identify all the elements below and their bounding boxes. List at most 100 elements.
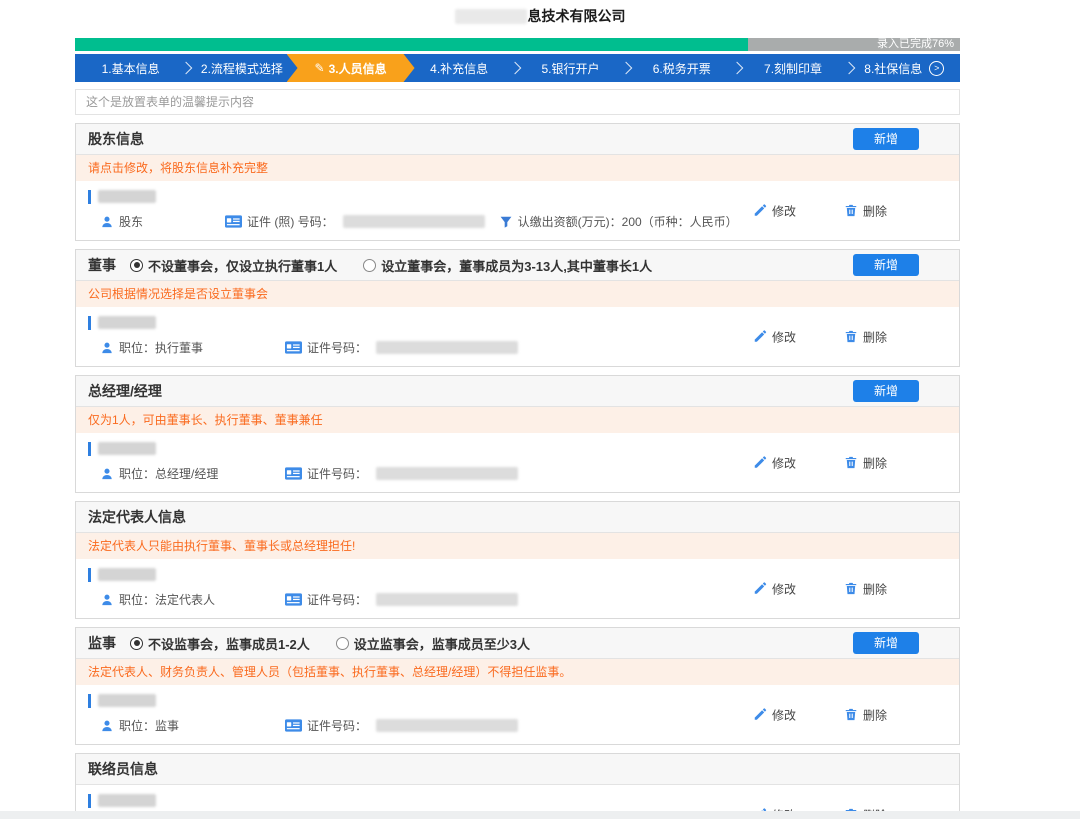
person-icon xyxy=(100,593,114,607)
trash-icon xyxy=(844,582,858,596)
step-bank-account[interactable]: 5.银行开户 xyxy=(515,54,626,82)
section-general-manager: 总经理/经理 新增 仅为1人，可由董事长、执行董事、董事兼任 职位：总经理/经理 xyxy=(75,375,960,493)
section-warning: 法定代表人只能由执行董事、董事长或总经理担任! xyxy=(76,533,959,559)
trash-icon xyxy=(844,456,858,470)
delete-button[interactable]: 删除 xyxy=(844,706,887,723)
company-name-redacted xyxy=(454,8,527,24)
person-icon xyxy=(100,719,114,733)
edit-button[interactable]: 修改 xyxy=(753,328,796,345)
delete-button[interactable]: 删除 xyxy=(844,328,887,345)
window-title-bar: 息技术有限公司 xyxy=(0,0,1080,32)
progress-fill xyxy=(75,38,748,51)
section-title: 董事 xyxy=(88,257,116,273)
section-title: 法定代表人信息 xyxy=(88,509,186,525)
section-header: 联络员信息 xyxy=(76,754,959,785)
pencil-icon xyxy=(753,330,767,344)
director-row: 职位：执行董事 证件号码： 修改 删除 xyxy=(76,307,959,366)
person-name-redacted xyxy=(98,316,156,329)
supervisor-row: 职位：监事 证件号码： 修改 删除 xyxy=(76,685,959,744)
edit-button[interactable]: 修改 xyxy=(753,580,796,597)
name-marker xyxy=(88,189,91,204)
name-marker xyxy=(88,567,91,582)
delete-button[interactable]: 删除 xyxy=(844,580,887,597)
section-directors: 董事 不设董事会，仅设立执行董事1人 设立董事会，董事成员为3-13人,其中董事… xyxy=(75,249,960,367)
cert-field: 证件号码： xyxy=(285,591,519,608)
cert-field: 证件号码： xyxy=(285,465,519,482)
pencil-icon xyxy=(753,204,767,218)
person-name-redacted xyxy=(98,568,156,581)
page-sheet: 息技术有限公司 录入已完成76% 1.基本信息 2.流程模式选择 ✎ 3.人员信… xyxy=(0,0,1080,811)
id-card-icon xyxy=(285,719,302,732)
section-header: 监事 不设监事会，监事成员1-2人 设立监事会，监事成员至少3人 新增 xyxy=(76,628,959,659)
id-card-icon xyxy=(285,341,302,354)
section-header: 股东信息 新增 xyxy=(76,124,959,155)
section-header: 董事 不设董事会，仅设立执行董事1人 设立董事会，董事成员为3-13人,其中董事… xyxy=(76,250,959,281)
contact-row: 职位：联络员 证件号码： 修改 删除 xyxy=(76,785,959,811)
section-header: 总经理/经理 新增 xyxy=(76,376,959,407)
pencil-icon xyxy=(753,808,767,812)
add-shareholder-button[interactable]: 新增 xyxy=(853,128,919,150)
cert-field: 证件号码： xyxy=(285,717,519,734)
radio-with-supervisor-board[interactable]: 设立监事会，监事成员至少3人 xyxy=(335,634,530,653)
trash-icon xyxy=(844,204,858,218)
board-option-group: 不设董事会，仅设立执行董事1人 设立董事会，董事成员为3-13人,其中董事长1人 xyxy=(130,256,652,275)
radio-checked-icon[interactable] xyxy=(130,258,143,272)
pencil-icon xyxy=(753,708,767,722)
radio-unchecked-icon[interactable] xyxy=(363,258,377,272)
name-marker xyxy=(88,793,91,808)
section-warning: 法定代表人、财务负责人、管理人员（包括董事、执行董事、总经理/经理）不得担任监事… xyxy=(76,659,959,685)
more-steps-icon[interactable]: > xyxy=(929,60,945,76)
section-title: 监事 xyxy=(88,635,116,651)
position-field: 职位：监事 xyxy=(100,717,285,734)
edit-button[interactable]: 修改 xyxy=(753,806,796,811)
name-marker xyxy=(88,441,91,456)
delete-button[interactable]: 删除 xyxy=(844,806,887,811)
person-name-redacted xyxy=(98,694,156,707)
section-title: 总经理/经理 xyxy=(88,383,162,399)
radio-no-supervisor-board[interactable]: 不设监事会，监事成员1-2人 xyxy=(130,634,310,653)
edit-button[interactable]: 修改 xyxy=(753,202,796,219)
radio-with-board[interactable]: 设立董事会，董事成员为3-13人,其中董事长1人 xyxy=(363,256,652,275)
section-warning: 请点击修改，将股东信息补充完整 xyxy=(76,155,959,181)
edit-button[interactable]: 修改 xyxy=(753,706,796,723)
manager-row: 职位：总经理/经理 证件号码： 修改 删除 xyxy=(76,433,959,492)
name-marker xyxy=(88,693,91,708)
step-tax-invoice[interactable]: 6.税务开票 xyxy=(626,54,737,82)
edit-pencil-icon: ✎ xyxy=(314,61,325,75)
person-name-redacted xyxy=(98,190,156,203)
section-title: 股东信息 xyxy=(88,131,144,147)
step-navigation: 1.基本信息 2.流程模式选择 ✎ 3.人员信息 4.补充信息 5.银行开户 6… xyxy=(75,54,960,82)
step-social-security[interactable]: 8.社保信息 > xyxy=(849,54,960,82)
position-field: 职位：法定代表人 xyxy=(100,591,285,608)
step-process-mode[interactable]: 2.流程模式选择 xyxy=(186,54,297,82)
add-supervisor-button[interactable]: 新增 xyxy=(853,632,919,654)
add-director-button[interactable]: 新增 xyxy=(853,254,919,276)
supervisor-option-group: 不设监事会，监事成员1-2人 设立监事会，监事成员至少3人 xyxy=(130,634,530,653)
section-title: 联络员信息 xyxy=(88,761,158,777)
delete-button[interactable]: 删除 xyxy=(844,202,887,219)
cert-number-redacted xyxy=(376,341,519,354)
step-supplementary-info[interactable]: 4.补充信息 xyxy=(404,54,515,82)
position-field: 职位：总经理/经理 xyxy=(100,465,285,482)
person-icon xyxy=(100,341,114,355)
id-card-icon xyxy=(285,467,302,480)
add-manager-button[interactable]: 新增 xyxy=(853,380,919,402)
pencil-icon xyxy=(753,582,767,596)
capital-funnel-icon xyxy=(499,215,513,229)
edit-button[interactable]: 修改 xyxy=(753,454,796,471)
section-warning: 公司根据情况选择是否设立董事会 xyxy=(76,281,959,307)
cert-number-redacted xyxy=(376,719,519,732)
radio-unchecked-icon[interactable] xyxy=(335,636,349,650)
trash-icon xyxy=(844,330,858,344)
form-hint: 这个是放置表单的温馨提示内容 xyxy=(75,89,960,115)
name-marker xyxy=(88,315,91,330)
step-basic-info[interactable]: 1.基本信息 xyxy=(75,54,186,82)
step-personnel-info[interactable]: ✎ 3.人员信息 xyxy=(287,54,415,82)
radio-no-board[interactable]: 不设董事会，仅设立执行董事1人 xyxy=(130,256,337,275)
radio-checked-icon[interactable] xyxy=(130,636,143,650)
capital-field: 认缴出资额(万元)：200（币种：人民币） xyxy=(499,213,738,230)
section-contact-person: 联络员信息 职位：联络员 证件号码： xyxy=(75,753,960,811)
step-seal-making[interactable]: 7.刻制印章 xyxy=(737,54,848,82)
delete-button[interactable]: 删除 xyxy=(844,454,887,471)
position-field: 股东 xyxy=(100,213,225,230)
